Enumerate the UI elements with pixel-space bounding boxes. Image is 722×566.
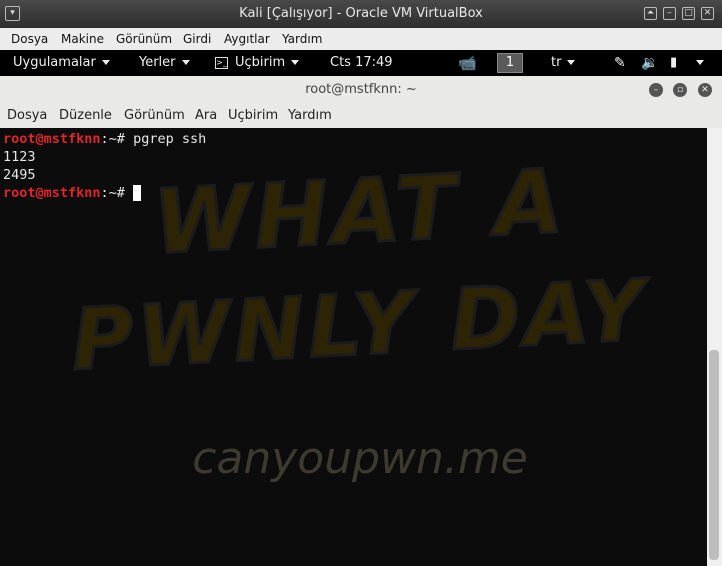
terminal-menu-edit[interactable]: Düzenle <box>59 103 112 128</box>
terminal-line: root@mstfknn:~# pgrep ssh <box>3 130 206 148</box>
prompt-path: :~# <box>100 131 134 147</box>
terminal-titlebar: root@mstfknn: ~ – ▫ ✕ <box>0 76 722 104</box>
terminal-output-area[interactable]: WHAT A PWNLY DAY canyoupwn.me root@mstfk… <box>0 128 707 566</box>
video-camera-icon[interactable]: 📹 <box>458 50 477 76</box>
chevron-down-icon <box>291 60 300 65</box>
vbox-menu-file[interactable]: Dosya <box>11 28 48 50</box>
wallpaper-url: canyoupwn.me <box>192 433 528 484</box>
scrollbar-thumb[interactable] <box>709 350 719 560</box>
maximize-icon[interactable]: □ <box>682 7 695 20</box>
terminal-app-menu[interactable]: >_ Uçbirim <box>215 50 300 76</box>
terminal-menu-file[interactable]: Dosya <box>7 103 47 128</box>
terminal-output-line: 2495 <box>3 167 36 183</box>
vbox-menu-devices[interactable]: Aygıtlar <box>224 28 270 50</box>
workspace-indicator[interactable]: 1 <box>497 53 523 73</box>
terminal-close-icon[interactable]: ✕ <box>698 83 712 97</box>
keyboard-layout-menu[interactable]: tr <box>551 50 576 76</box>
roll-up-icon[interactable]: ⏶ <box>644 7 657 20</box>
vbox-window-title: Kali [Çalışıyor] - Oracle VM VirtualBox <box>239 6 483 21</box>
system-menu[interactable] <box>690 50 704 76</box>
close-icon[interactable]: ✕ <box>701 7 714 20</box>
vbox-menu-machine[interactable]: Makine <box>61 28 104 50</box>
clock[interactable]: Cts 17:49 <box>330 50 393 76</box>
terminal-menu-search[interactable]: Ara <box>195 103 217 128</box>
text-cursor <box>133 185 142 201</box>
prompt-path: :~# <box>100 185 134 201</box>
applications-menu[interactable]: Uygulamalar <box>13 50 110 76</box>
keyboard-layout-label: tr <box>551 55 562 70</box>
places-label: Yerler <box>139 55 176 70</box>
network-icon[interactable]: ✎ <box>614 50 626 76</box>
vbox-menu-help[interactable]: Yardım <box>282 28 322 50</box>
applications-label: Uygulamalar <box>13 55 96 70</box>
prompt-user-host: root@mstfknn <box>3 131 101 147</box>
chevron-down-icon <box>101 60 110 65</box>
terminal-icon: >_ <box>215 56 228 69</box>
vbox-titlebar: ▾ Kali [Çalışıyor] - Oracle VM VirtualBo… <box>0 0 722 28</box>
volume-icon[interactable]: 🔉 <box>641 50 658 76</box>
terminal-menubar: Dosya Düzenle Görünüm Ara Uçbirim Yardım <box>0 103 722 129</box>
command-text: pgrep ssh <box>133 131 207 147</box>
minimize-icon[interactable]: – <box>663 7 676 20</box>
chevron-down-icon <box>181 60 190 65</box>
wallpaper-text-line1: WHAT A <box>149 148 570 275</box>
terminal-title: root@mstfknn: ~ <box>305 82 417 97</box>
battery-icon[interactable]: ▮ <box>670 50 677 76</box>
places-menu[interactable]: Yerler <box>139 50 190 76</box>
kali-top-panel: Uygulamalar Yerler >_ Uçbirim Cts 17:49 📹… <box>0 50 722 76</box>
terminal-menu-terminal[interactable]: Uçbirim <box>228 103 278 128</box>
terminal-minimize-icon[interactable]: – <box>649 83 663 97</box>
vbox-menubar: Dosya Makine Görünüm Girdi Aygıtlar Yard… <box>0 28 722 51</box>
vbox-menu-view[interactable]: Görünüm <box>116 28 172 50</box>
terminal-app-label: Uçbirim <box>235 55 286 70</box>
terminal-line: root@mstfknn:~# <box>3 184 142 202</box>
wallpaper-text-line2: PWNLY DAY <box>68 259 652 390</box>
terminal-menu-help[interactable]: Yardım <box>288 103 332 128</box>
prompt-user-host: root@mstfknn <box>3 185 101 201</box>
chevron-down-icon <box>567 60 576 65</box>
terminal-output-line: 1123 <box>3 149 36 165</box>
terminal-maximize-icon[interactable]: ▫ <box>673 83 687 97</box>
chevron-down-icon <box>696 60 704 65</box>
vbox-menu-input[interactable]: Girdi <box>183 28 211 50</box>
terminal-menu-view[interactable]: Görünüm <box>124 103 185 128</box>
